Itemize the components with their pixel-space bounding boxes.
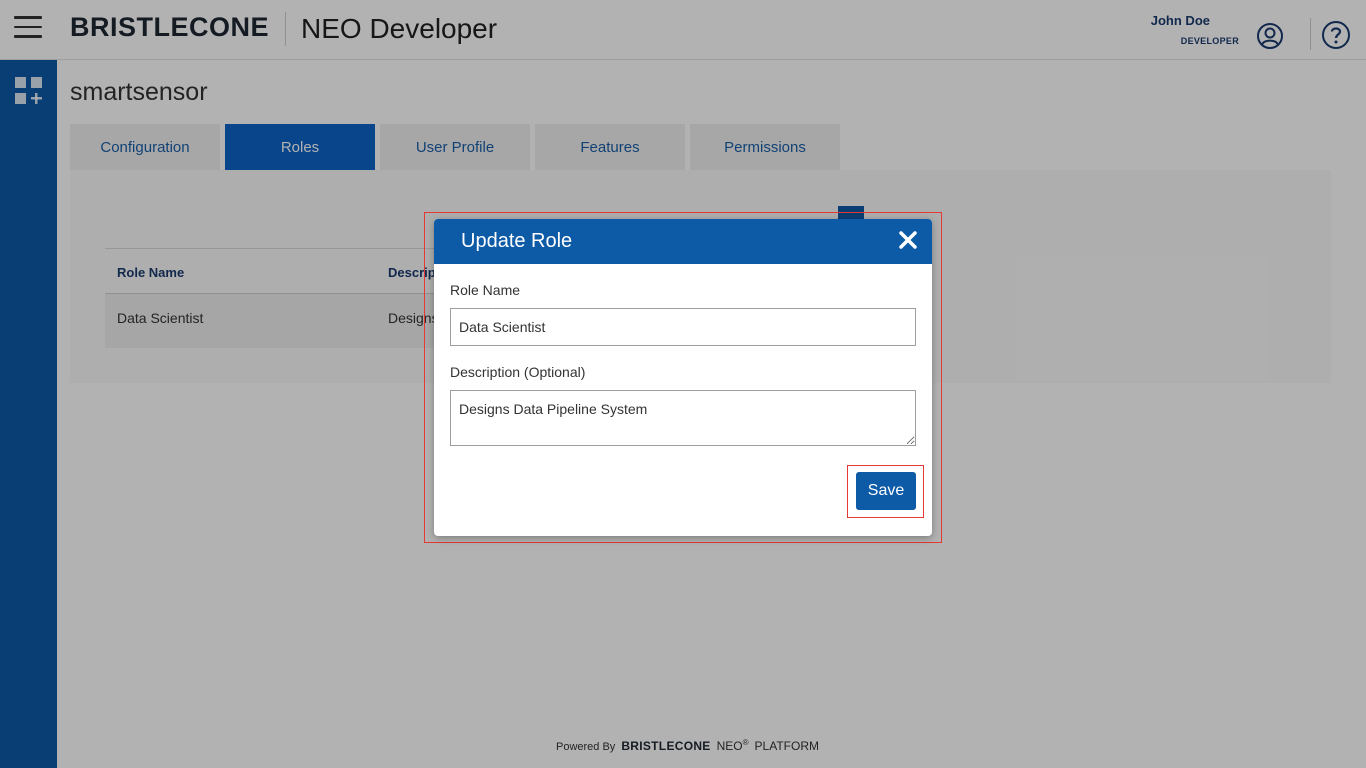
close-icon[interactable] <box>898 230 918 250</box>
role-name-label: Role Name <box>450 282 521 298</box>
description-textarea[interactable]: Designs Data Pipeline System <box>450 390 916 446</box>
description-label: Description (Optional) <box>450 364 586 380</box>
update-role-dialog: Update Role Role Name Description (Optio… <box>434 219 932 536</box>
role-name-input[interactable] <box>450 308 916 346</box>
dialog-header: Update Role <box>434 219 932 264</box>
dialog-title: Update Role <box>461 230 573 252</box>
save-button[interactable]: Save <box>856 472 916 510</box>
